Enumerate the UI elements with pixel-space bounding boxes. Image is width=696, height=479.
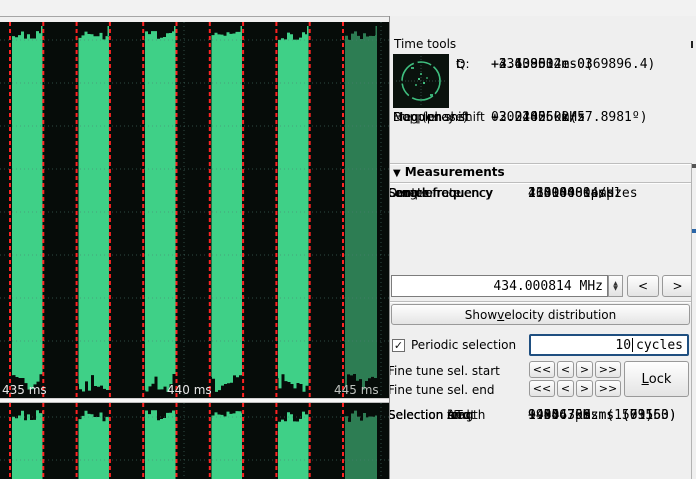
panel-row: Selection freq 1.004 kHz (390, 408, 696, 426)
row-label: Q: (456, 57, 470, 71)
frequency-prev-button[interactable]: < (627, 275, 659, 297)
button-text: ock (649, 372, 672, 387)
fine-tune-step-button[interactable]: << (529, 361, 555, 378)
side-panel: Time tools t:+436.853 ms (69896.4)I:+2.1… (389, 16, 696, 479)
row-value: 1.004 kHz (528, 408, 598, 423)
panel-row: Source frequency (390, 186, 696, 205)
fine-tune-step-button[interactable]: < (557, 361, 574, 378)
frequency-spinner[interactable]: ▲ ▼ (608, 275, 623, 297)
row-value: +2.2245 km/s (491, 110, 585, 125)
measurements-title: Measurements (405, 165, 505, 179)
fine-tune-step-button[interactable]: < (557, 380, 574, 397)
cycles-input[interactable]: 10 cycles (529, 334, 689, 356)
fine-tune-step-button[interactable]: << (529, 380, 555, 397)
panel-row: Q: +3.409612e-03 (390, 57, 696, 75)
waveform-panel-top[interactable]: 435 ms 440 ms 445 ms (0, 22, 389, 398)
periodic-selection-checkbox[interactable]: ✓ (392, 339, 405, 352)
row-value: +3.409612e-03 (491, 57, 593, 72)
fine-tune-label: Fine tune sel. start (389, 364, 500, 378)
waveform-display[interactable]: 435 ms 440 ms 445 ms (0, 22, 389, 479)
row-label: Doppler shift (393, 110, 470, 124)
show-velocity-distribution-button[interactable]: Show velocity distribution (391, 304, 690, 325)
text-cursor (632, 338, 633, 352)
time-axis-label: 440 ms (167, 383, 212, 397)
toolbar-strip (0, 0, 696, 17)
cycles-suffix: cycles (636, 338, 683, 353)
row-label: Selection freq (389, 408, 471, 422)
clipped-element-sliver (691, 41, 693, 48)
fine-tune-step-button[interactable]: > (576, 380, 593, 397)
fine-tune-step-button[interactable]: > (576, 361, 593, 378)
fine-tune-step-button[interactable]: >> (595, 361, 621, 378)
scrollbar-arrow-icon[interactable] (692, 164, 696, 168)
measurements-header[interactable]: ▼ Measurements (393, 165, 505, 179)
divider (390, 182, 691, 184)
panel-row: Doppler shift +2.2245 km/s (390, 110, 696, 128)
scrollbar[interactable] (691, 163, 696, 479)
button-text: Show (465, 308, 497, 322)
row-label: Source frequency (389, 186, 493, 200)
clipped-element-sliver (692, 229, 696, 233)
frequency-next-button[interactable]: > (662, 275, 693, 297)
button-text: elocity distribution (504, 308, 616, 322)
periodic-selection-label: Periodic selection (411, 338, 516, 352)
fine-tune-step-button[interactable]: >> (595, 380, 621, 397)
time-axis-label: 445 ms (334, 383, 379, 397)
button-mnemonic: L (642, 372, 649, 387)
waveform-panel-bottom[interactable] (0, 403, 389, 479)
spin-down-icon[interactable]: ▼ (613, 286, 618, 291)
fine-tune-label: Fine tune sel. end (389, 383, 494, 397)
time-tools-title: Time tools (394, 37, 456, 51)
button-mnemonic: v (497, 308, 504, 322)
frequency-input[interactable]: 434.000814 MHz (391, 275, 608, 297)
cycles-value: 10 (615, 338, 631, 353)
collapse-triangle-icon: ▼ (393, 168, 401, 179)
time-axis-label: 435 ms (2, 383, 47, 397)
divider (390, 301, 691, 303)
app-window: 435 ms 440 ms 445 ms Time tools t:+436.853… (0, 0, 696, 479)
lock-button[interactable]: Lock (624, 361, 689, 397)
